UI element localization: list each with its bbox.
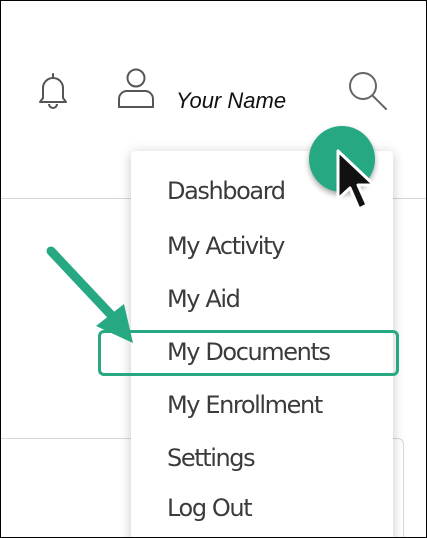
user-name[interactable]: Your Name xyxy=(176,88,286,114)
menu-item-log-out[interactable]: Log Out xyxy=(167,494,253,522)
arrow-cursor-icon xyxy=(334,149,384,224)
screenshot-frame: Your Name Dashboard My Activity My Aid M… xyxy=(0,0,427,538)
callout-arrow-icon xyxy=(41,241,151,361)
menu-item-my-enrollment[interactable]: My Enrollment xyxy=(167,391,323,419)
menu-item-dashboard[interactable]: Dashboard xyxy=(167,177,286,205)
search-icon[interactable] xyxy=(345,68,391,119)
user-icon[interactable] xyxy=(116,67,156,116)
menu-item-my-activity[interactable]: My Activity xyxy=(167,232,285,260)
menu-item-my-aid[interactable]: My Aid xyxy=(167,285,241,313)
bell-icon[interactable] xyxy=(36,71,70,116)
menu-item-settings[interactable]: Settings xyxy=(167,444,256,472)
